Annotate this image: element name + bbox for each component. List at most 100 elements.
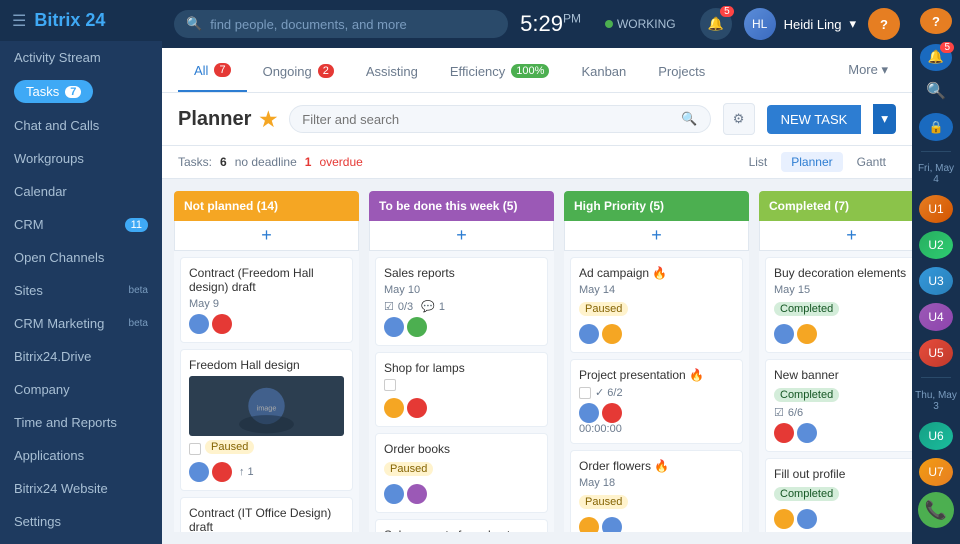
tab-projects[interactable]: Projects <box>642 50 721 91</box>
avatar <box>774 509 794 529</box>
col-add-not-planned[interactable]: + <box>174 221 359 251</box>
card-title: Buy decoration elements <box>774 266 912 280</box>
sidebar-divider-1 <box>921 151 951 152</box>
notifications-bell[interactable]: 🔔 5 <box>920 44 952 70</box>
sidebar-item-open-channels[interactable]: Open Channels <box>0 241 162 274</box>
card-project-presentation[interactable]: Project presentation 🔥 ✓ 6/2 00:00:00 <box>570 359 743 444</box>
card-sales-reports-meeting[interactable]: Sales reports for sales team group meeti… <box>375 519 548 532</box>
avatar <box>602 403 622 423</box>
clock-time: 5:29 <box>520 11 563 36</box>
view-planner-button[interactable]: Planner <box>781 152 842 172</box>
search-input[interactable] <box>210 17 496 32</box>
card-buy-decoration[interactable]: Buy decoration elements May 15 Completed <box>765 257 912 353</box>
user-avatar-1[interactable]: U1 <box>919 195 953 223</box>
sidebar-item-tasks[interactable]: Tasks 7 <box>0 74 162 109</box>
filter-input[interactable] <box>302 112 673 127</box>
new-task-dropdown-button[interactable]: ▾ <box>873 104 896 134</box>
card-order-flowers[interactable]: Order flowers 🔥 May 18 Paused <box>570 450 743 532</box>
sidebar-item-applications[interactable]: Applications <box>0 439 162 472</box>
card-contract-it[interactable]: Contract (IT Office Design) draft May 17 <box>180 497 353 532</box>
phone-button[interactable]: 📞 <box>918 492 954 536</box>
card-freedom-hall-design[interactable]: Freedom Hall design image Paused ↑ 1 <box>180 349 353 491</box>
sidebar-item-chat[interactable]: Chat and Calls <box>0 109 162 142</box>
sidebar-lock-button[interactable]: 🔒 <box>919 113 953 141</box>
sidebar-item-workgroups[interactable]: Workgroups <box>0 142 162 175</box>
user-avatar-5[interactable]: U5 <box>919 339 953 367</box>
avatar <box>579 324 599 344</box>
tasks-label: Tasks: <box>178 155 212 169</box>
col-cards-completed: Buy decoration elements May 15 Completed… <box>759 251 912 532</box>
new-task-button[interactable]: NEW TASK <box>767 105 862 134</box>
notifications-button[interactable]: 🔔 5 <box>700 8 732 40</box>
view-list-button[interactable]: List <box>739 152 778 172</box>
card-shop-for-lamps-purple[interactable]: Shop for lamps <box>375 352 548 427</box>
col-add-to-be-done[interactable]: + <box>369 221 554 251</box>
check-icon: ☑ <box>384 300 394 313</box>
favorite-star-icon[interactable]: ★ <box>259 107 277 132</box>
sidebar: ☰ Bitrix 24 Activity Stream Tasks 7 Chat… <box>0 0 162 544</box>
card-order-books[interactable]: Order books Paused <box>375 433 548 513</box>
tabs-more-label: More ▾ <box>848 62 888 77</box>
tab-assisting[interactable]: Assisting <box>350 50 434 91</box>
settings-button[interactable]: ⚙ <box>723 103 755 135</box>
user-avatar-2[interactable]: U2 <box>919 231 953 259</box>
tab-all[interactable]: All 7 <box>178 49 247 92</box>
card-sales-reports[interactable]: Sales reports May 10 ☑ 0/3 💬 1 <box>375 257 548 346</box>
card-ad-campaign[interactable]: Ad campaign 🔥 May 14 Paused <box>570 257 743 353</box>
sidebar-item-drive[interactable]: Bitrix24.Drive <box>0 340 162 373</box>
sidebar-item-activity-stream[interactable]: Activity Stream <box>0 41 162 74</box>
search-box: 🔍 <box>174 10 508 38</box>
card-status-paused: Paused <box>205 440 254 454</box>
avatar <box>797 324 817 344</box>
card-title: Contract (IT Office Design) draft <box>189 506 344 532</box>
avatar <box>407 317 427 337</box>
sidebar-item-calendar[interactable]: Calendar <box>0 175 162 208</box>
planner-header: Planner ★ 🔍 ⚙ NEW TASK ▾ <box>162 93 912 146</box>
call-icon[interactable]: 📞 <box>918 492 954 528</box>
help-button-right[interactable]: ? <box>920 8 952 34</box>
sidebar-item-settings[interactable]: Settings <box>0 505 162 538</box>
sidebar-item-company[interactable]: Company <box>0 373 162 406</box>
tab-assisting-label: Assisting <box>366 64 418 79</box>
notif-count-badge: 5 <box>940 42 954 53</box>
filter-search-icon: 🔍 <box>681 111 697 127</box>
help-button[interactable]: ? <box>868 8 900 40</box>
working-status[interactable]: WORKING <box>605 17 676 31</box>
tab-kanban[interactable]: Kanban <box>565 50 642 91</box>
user-avatar-3[interactable]: U3 <box>919 267 953 295</box>
sidebar-item-crm[interactable]: CRM 11 <box>0 208 162 241</box>
col-title-completed: Completed (7) <box>769 199 849 213</box>
tab-efficiency[interactable]: Efficiency 100% <box>434 50 566 91</box>
sidebar-item-website[interactable]: Bitrix24 Website <box>0 472 162 505</box>
tab-ongoing[interactable]: Ongoing 2 <box>247 50 350 91</box>
card-contract-freedom[interactable]: Contract (Freedom Hall design) draft May… <box>180 257 353 343</box>
col-add-high-priority[interactable]: + <box>564 221 749 251</box>
card-new-banner[interactable]: New banner Completed ☑ 6/6 <box>765 359 912 452</box>
card-date: May 9 <box>189 298 344 310</box>
card-title: Sales reports <box>384 266 539 280</box>
overdue-label[interactable]: overdue <box>319 155 362 169</box>
sidebar-item-crm-marketing[interactable]: CRM Marketing beta <box>0 307 162 340</box>
notif-badge: 5 <box>720 6 734 17</box>
tab-projects-label: Projects <box>658 64 705 79</box>
user-avatar-7[interactable]: U7 <box>919 458 953 486</box>
card-title: Order flowers 🔥 <box>579 459 734 473</box>
kanban-col-high-priority: High Priority (5) + Ad campaign 🔥 May 14… <box>564 191 749 532</box>
user-avatar-6[interactable]: U6 <box>919 422 953 450</box>
sidebar-search-button[interactable]: 🔍 <box>919 77 953 105</box>
tab-all-label: All <box>194 63 208 78</box>
col-add-completed[interactable]: + <box>759 221 912 251</box>
card-title: Fill out profile <box>774 467 912 481</box>
menu-icon[interactable]: ☰ <box>12 11 26 31</box>
user-avatar-4[interactable]: U4 <box>919 303 953 331</box>
sidebar-item-reports[interactable]: Time and Reports <box>0 406 162 439</box>
overdue-count: 1 <box>305 155 312 169</box>
col-title-to-be-done: To be done this week (5) <box>379 199 517 213</box>
tabs-more-button[interactable]: More ▾ <box>840 48 896 92</box>
user-menu[interactable]: HL Heidi Ling ▾ <box>744 8 856 40</box>
card-fill-profile[interactable]: Fill out profile Completed <box>765 458 912 532</box>
sidebar-item-more[interactable]: More... <box>0 538 162 544</box>
view-gantt-button[interactable]: Gantt <box>847 152 896 172</box>
tasks-count: 6 <box>220 155 227 169</box>
sidebar-item-sites[interactable]: Sites beta <box>0 274 162 307</box>
